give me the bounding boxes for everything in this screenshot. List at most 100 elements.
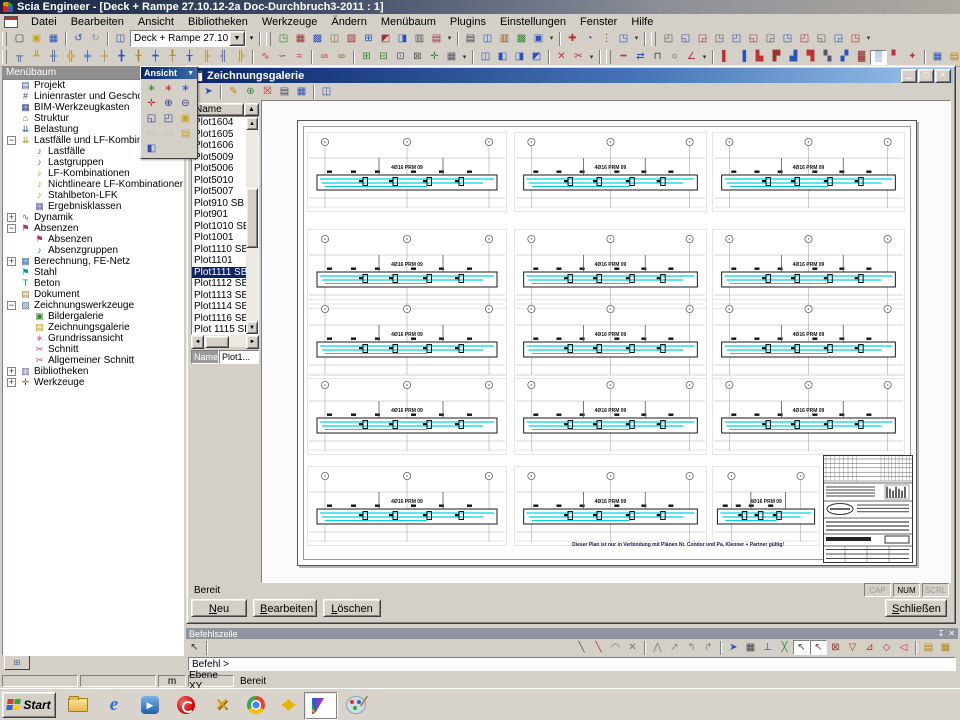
paint-app-taskbar-button[interactable] [340,692,372,718]
view-setting-2-icon[interactable]: ◱ [677,31,694,46]
view-3d-icon[interactable]: ◧ [143,141,160,156]
chevron-down-icon[interactable]: ▼ [187,70,194,77]
tree-item-zeichnungsgalerie[interactable]: ▤Zeichnungsgalerie [3,322,183,333]
view-params-3-icon[interactable]: ∗ [177,81,194,96]
new-project-icon[interactable]: ▢ [11,31,28,46]
tree-item-absenzen[interactable]: ⚑Absenzen [3,234,183,245]
draw-plate-icon[interactable]: ╫ [45,50,62,65]
vertical-scrollbar[interactable]: ▲ ▼ [246,117,258,334]
draw-hinge-icon[interactable]: ╁ [181,50,198,65]
toolbar-gripper[interactable] [606,50,611,64]
link-nodes-icon[interactable]: ∞ [316,50,333,65]
list-options-icon[interactable]: ⋮ [598,31,615,46]
view-setting-8-icon[interactable]: ◳ [779,31,796,46]
snap-endpoint-icon[interactable]: ↖ [793,640,810,655]
draw-wall-icon[interactable]: ╬ [62,50,79,65]
tree-item-bibliotheken[interactable]: +▥Bibliotheken [3,366,183,377]
more-print-caret[interactable]: ▾ [547,31,556,46]
track-polyline-icon[interactable]: ╲ [590,640,607,655]
tree-item-allgemeiner-schnitt[interactable]: ✂Allgemeiner Schnitt [3,355,183,366]
more-select-caret[interactable]: ▾ [460,50,469,65]
view-params-1-icon[interactable]: ∗ [143,81,160,96]
edit-plot-icon[interactable]: ✎ [225,85,242,100]
project-more-caret[interactable]: ▾ [247,31,256,46]
toolbar-gripper[interactable] [2,32,7,46]
visibility-tool-icon[interactable]: ▤ [428,31,445,46]
view-params-2-icon[interactable]: ∗ [160,81,177,96]
curve-tool-1-icon[interactable]: ∿ [257,50,274,65]
plot-list-item-plot901[interactable]: Plot901 [192,209,246,221]
draw-rectangle-icon[interactable]: ⊓ [649,50,666,65]
view-setting-1-icon[interactable]: ◰ [660,31,677,46]
tree-item-grundrissansicht[interactable]: ∗Grundrissansicht [3,333,183,344]
tree-item-stahlbeton-lfk[interactable]: ♪Stahlbeton-LFK [3,190,183,201]
zoom-out-icon[interactable]: ⊖ [177,96,194,111]
print-preview-icon[interactable]: ◫ [479,31,496,46]
tree-item-zeichnungswerkzeuge[interactable]: −▨Zeichnungswerkzeuge [3,300,183,311]
plot-list-item-plot1112-sb[interactable]: Plot1112 SB [192,278,246,290]
select-all-icon[interactable]: ⊞ [358,50,375,65]
delete-button[interactable]: Löschen [323,599,381,617]
select-box-icon[interactable]: ⊡ [392,50,409,65]
menu-einstellungen[interactable]: Einstellungen [493,15,573,29]
next-view-icon[interactable]: ▭ [160,126,177,141]
rebar-12-icon[interactable]: ✦ [904,50,921,65]
new-button[interactable]: Neu [191,599,247,617]
rebar-8-icon[interactable]: ▞ [836,50,853,65]
draw-rib-icon[interactable]: ╋ [113,50,130,65]
project-window-icon[interactable]: ◫ [112,31,129,46]
view-setting-4-icon[interactable]: ◳ [711,31,728,46]
close-dialog-button[interactable]: Schließen [885,599,947,617]
plot-list-item-plot-1115-sb[interactable]: Plot 1115 SB [192,324,246,334]
snap-cursor-icon[interactable]: ➤ [725,640,742,655]
rebar-10-icon[interactable]: ▒ [870,50,887,65]
coord-axes-icon[interactable]: ✛ [143,96,160,111]
draw-beam-icon[interactable]: ╨ [28,50,45,65]
cursor-mode-move-icon[interactable]: ↗ [666,640,683,655]
render-view-icon[interactable]: ▩ [513,31,530,46]
folder-taskbar-button[interactable] [62,692,94,718]
bim-toolbox-icon[interactable]: ▦ [292,31,309,46]
close-button[interactable]: ✕ [935,69,951,83]
rebar-7-icon[interactable]: ▚ [819,50,836,65]
menu-ansicht[interactable]: Ansicht [131,15,181,29]
snap-tolerance-icon[interactable]: ╳ [776,640,793,655]
view-setting-6-icon[interactable]: ◱ [745,31,762,46]
tree-item-dokument[interactable]: ▤Dokument [3,289,183,300]
command-panel-titlebar[interactable]: Befehlszeile ↧ ✕ [186,628,958,639]
win-copy-3-icon[interactable]: ◨ [511,50,528,65]
plot-list-item-plot1604[interactable]: Plot1604 [192,117,246,129]
rebar-4-icon[interactable]: ▛ [768,50,785,65]
select-add-icon[interactable]: ✛ [426,50,443,65]
more-views-caret[interactable]: ▾ [864,31,873,46]
scroll-left-icon[interactable]: ◄ [191,335,204,349]
insert-block-icon[interactable]: ✚ [564,31,581,46]
more-modify-caret[interactable]: ▾ [587,50,596,65]
deselect-all-icon[interactable]: ⊟ [375,50,392,65]
draw-angle-icon[interactable]: ∠ [683,50,700,65]
zoom-selection-icon[interactable]: ◔ [581,31,598,46]
copy-plot-icon[interactable]: ⊕ [242,85,259,100]
view-setting-7-icon[interactable]: ◲ [762,31,779,46]
plot-list-item-plot1605[interactable]: Plot1605 [192,129,246,141]
win-copy-4-icon[interactable]: ◩ [528,50,545,65]
draw-internal-node-icon[interactable]: ┿ [147,50,164,65]
tree-panel-tab[interactable]: ⊞ [4,656,30,670]
chrome-taskbar-button[interactable] [240,692,272,718]
media-player-taskbar-button[interactable]: ▶ [134,692,166,718]
draw-circle-icon[interactable]: ○ [666,50,683,65]
print-icon[interactable]: ▤ [462,31,479,46]
draw-line-icon[interactable]: ━ [615,50,632,65]
tree-item-stahl[interactable]: ⚑Stahl [3,267,183,278]
layer-tool-icon[interactable]: ◨ [394,31,411,46]
trim-tool-icon[interactable]: ✂ [570,50,587,65]
snap-tangent-icon[interactable]: ◁ [895,640,912,655]
export-view-icon[interactable]: ▤ [946,50,960,65]
expand-icon[interactable]: + [7,257,16,266]
plot-list-item-plot1101[interactable]: Plot1101 [192,255,246,267]
snap-edge-icon[interactable]: ⊿ [861,640,878,655]
menu-datei[interactable]: Datei [24,15,64,29]
draw-column-icon[interactable]: ╥ [11,50,28,65]
table-input-icon[interactable]: ▩ [309,31,326,46]
draw-crosslink-icon[interactable]: ╀ [164,50,181,65]
